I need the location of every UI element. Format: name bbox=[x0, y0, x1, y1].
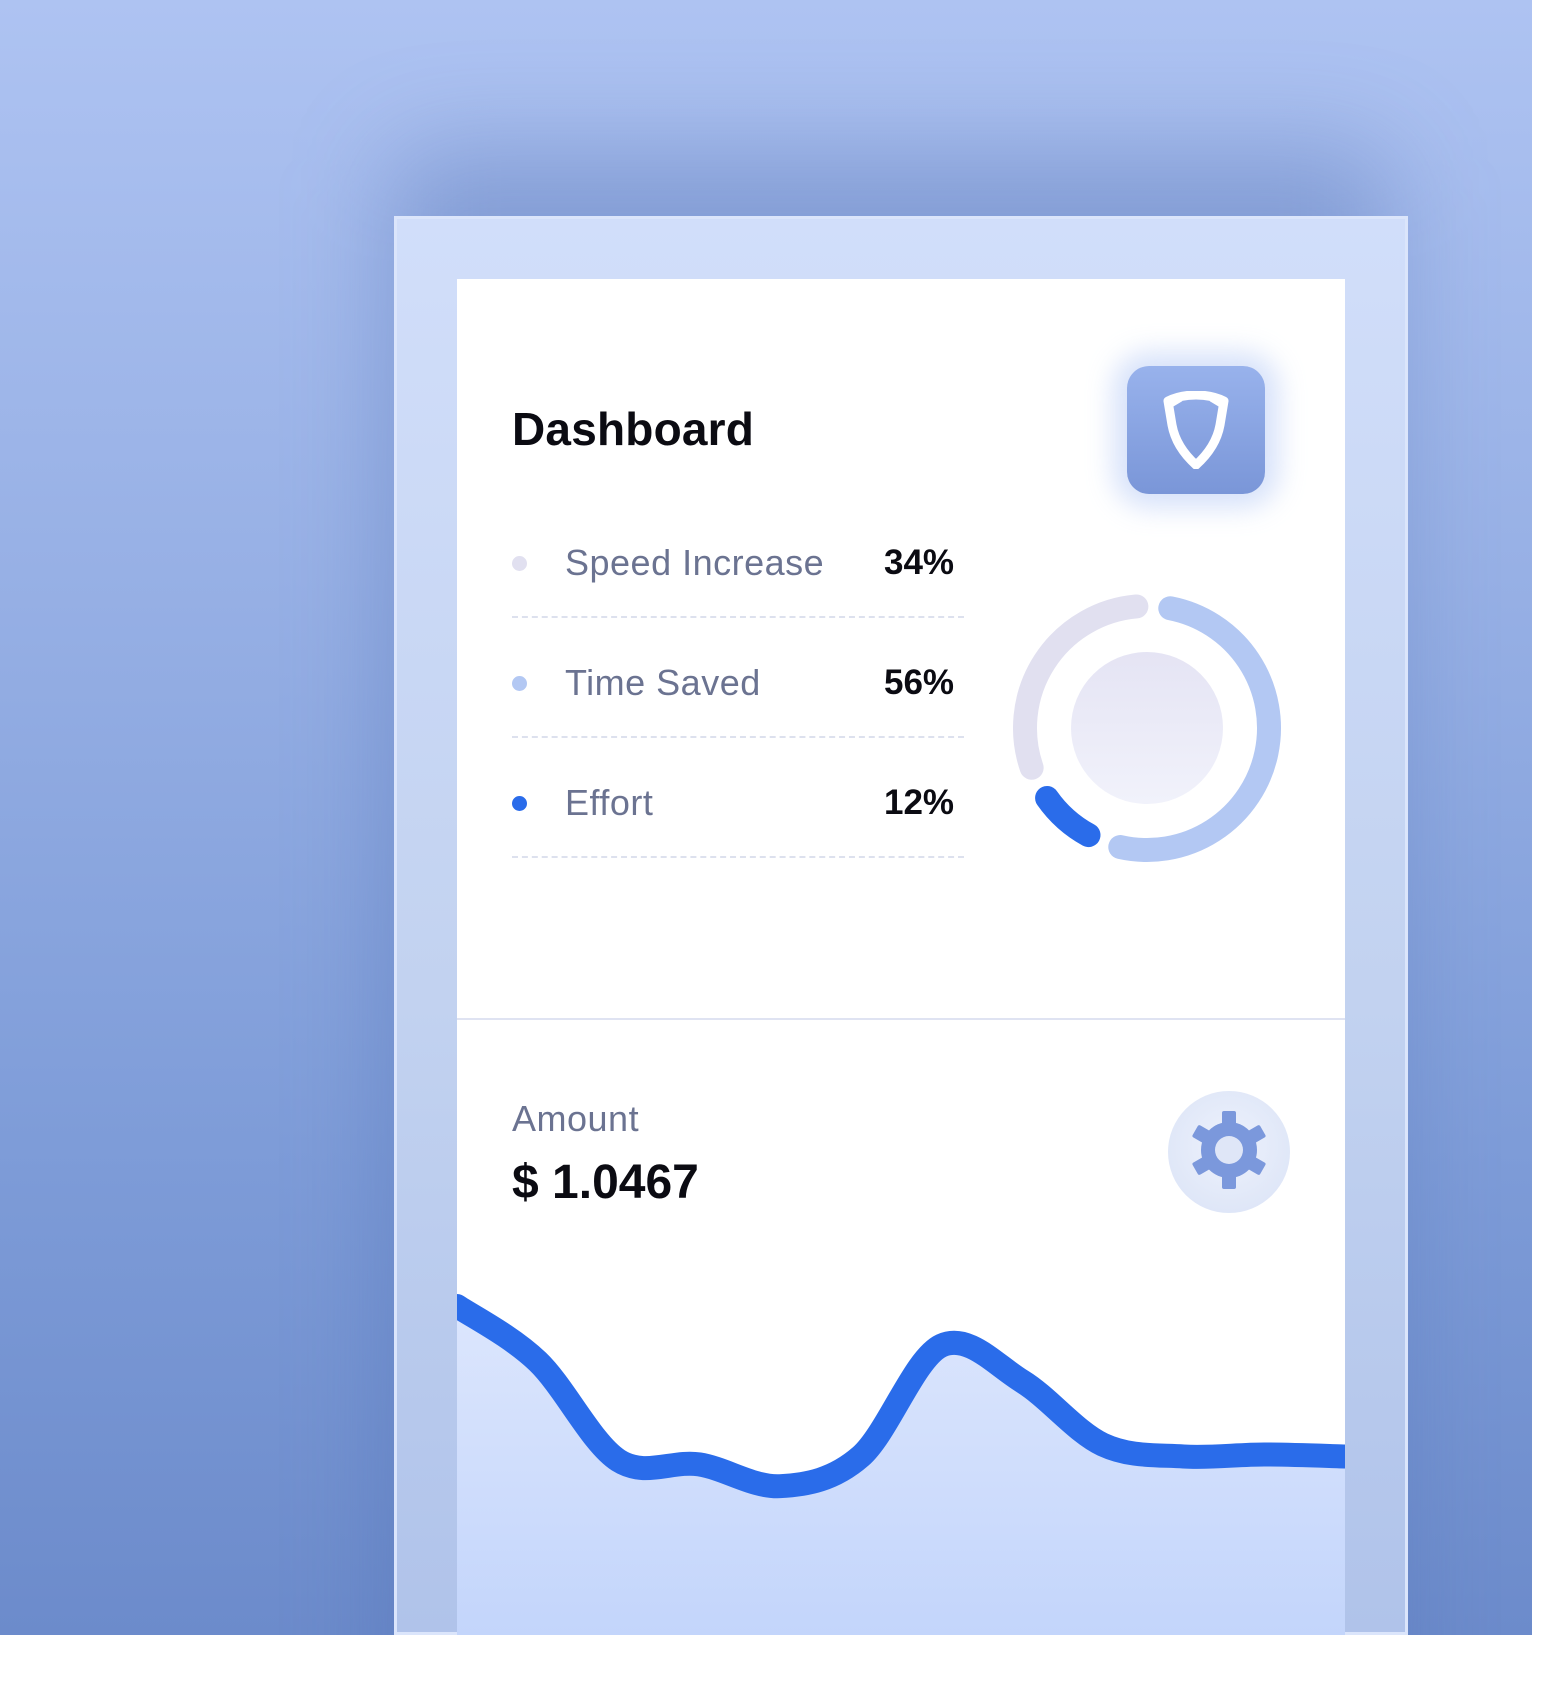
donut-center bbox=[1071, 652, 1223, 804]
divider bbox=[512, 736, 964, 738]
stat-label: Effort bbox=[565, 782, 654, 823]
stat-value: 12% bbox=[884, 783, 955, 822]
dashboard-screen: Dashboard Speed Increase 34% Time Saved … bbox=[457, 279, 1345, 1635]
trend-area bbox=[457, 1306, 1345, 1635]
page-title: Dashboard bbox=[512, 403, 755, 455]
stat-row-effort: Effort 12% bbox=[512, 773, 962, 833]
trend-chart bbox=[457, 1294, 1345, 1635]
settings-button[interactable] bbox=[1168, 1091, 1290, 1213]
section-divider bbox=[457, 1018, 1345, 1020]
legend-dot-speed-increase bbox=[512, 556, 527, 571]
amount-label: Amount bbox=[512, 1098, 640, 1139]
legend-dot-time-saved bbox=[512, 676, 527, 691]
stat-label: Time Saved bbox=[565, 662, 761, 703]
legend-dot-effort bbox=[512, 796, 527, 811]
stat-value: 56% bbox=[884, 663, 955, 702]
divider bbox=[512, 856, 964, 858]
stat-value: 34% bbox=[884, 543, 955, 582]
stat-row-time-saved: Time Saved 56% bbox=[512, 653, 962, 713]
amount-value: $ 1.0467 bbox=[512, 1156, 699, 1209]
divider bbox=[512, 616, 964, 618]
gear-icon bbox=[1186, 1107, 1272, 1198]
security-button[interactable] bbox=[1127, 366, 1265, 494]
donut-segment-effort bbox=[1035, 785, 1101, 848]
stat-label: Speed Increase bbox=[565, 542, 825, 583]
donut-chart bbox=[1013, 594, 1281, 862]
stat-row-speed-increase: Speed Increase 34% bbox=[512, 533, 962, 593]
shield-icon bbox=[1160, 391, 1232, 469]
